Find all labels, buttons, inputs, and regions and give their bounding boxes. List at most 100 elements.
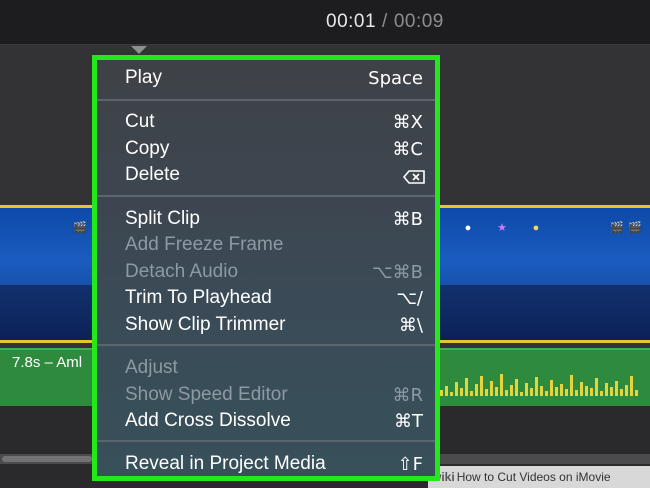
menu-item-label: Show Clip Trimmer <box>125 314 286 335</box>
waveform-bar <box>575 390 578 396</box>
waveform-bar <box>450 392 453 396</box>
menu-item-show-clip-trimmer[interactable]: Show Clip Trimmer ⌘\ <box>125 312 423 338</box>
menu-item-shortcut: ⌘C <box>392 138 423 160</box>
menu-item-label: Play <box>125 67 162 88</box>
waveform-bar <box>455 382 458 396</box>
total-time: 00:09 <box>393 11 444 32</box>
menu-item-label: Add Cross Dissolve <box>125 410 291 431</box>
menu-item-trim-to-playhead[interactable]: Trim To Playhead ⌥/ <box>125 285 423 311</box>
video-thumbnail <box>552 208 603 340</box>
menu-separator <box>97 344 435 346</box>
waveform-bar <box>535 377 538 396</box>
waveform-bar <box>465 378 468 396</box>
menu-item-shortcut: ⌘R <box>392 384 423 406</box>
video-thumbnail: 🎬 <box>45 208 93 340</box>
menu-item-shortcut: ⌘B <box>392 208 423 230</box>
dot-icon: ● <box>532 222 540 234</box>
video-thumbnail: ★ ● <box>490 208 553 340</box>
menu-item-label: Detach Audio <box>125 261 239 282</box>
playhead-marker[interactable] <box>131 46 147 54</box>
menu-item-copy[interactable]: Copy ⌘C <box>125 136 423 162</box>
time-separator: / <box>382 11 388 32</box>
waveform-bar <box>520 392 523 396</box>
waveform-bar <box>565 389 568 396</box>
menu-item-shortcut: ⌘X <box>392 111 423 133</box>
menu-separator <box>97 195 435 197</box>
waveform-bar <box>490 381 493 396</box>
menu-item-label: Add Freeze Frame <box>125 234 284 255</box>
waveform-bar <box>550 380 553 396</box>
menu-item-delete[interactable]: Delete <box>125 162 425 188</box>
clapper-icon: 🎬 <box>73 222 87 234</box>
menu-item-label: Trim To Playhead <box>125 287 272 308</box>
waveform-bar <box>510 385 513 396</box>
clapper-icon: 🎬 <box>610 222 624 234</box>
context-menu: Play Space Cut ⌘X Copy ⌘C Delete Split C… <box>92 55 440 481</box>
menu-item-shortcut: ⌘T <box>394 410 423 432</box>
waveform-bar <box>585 386 588 396</box>
waveform-bar <box>530 388 533 396</box>
waveform-bar <box>620 389 623 396</box>
waveform-bar <box>560 384 563 396</box>
clapper-icon: 🎬 <box>628 222 642 234</box>
waveform-bar <box>500 374 503 396</box>
waveform-bar <box>615 381 618 396</box>
menu-item-reveal-in-project-media[interactable]: Reveal in Project Media ⇧F <box>125 451 423 477</box>
waveform-bar <box>635 390 638 396</box>
waveform-bar <box>540 386 543 396</box>
menu-item-add-freeze-frame: Add Freeze Frame <box>125 232 423 258</box>
audio-waveform <box>440 368 650 396</box>
menu-separator <box>97 99 435 101</box>
menu-item-label: Reveal in Project Media <box>125 453 326 474</box>
menu-item-shortcut: ⌘\ <box>398 314 423 336</box>
waveform-bar <box>495 387 498 396</box>
waveform-bar <box>460 388 463 396</box>
menu-item-shortcut: ⇧F <box>397 453 423 475</box>
scrollbar-thumb[interactable] <box>2 456 92 462</box>
waveform-bar <box>480 376 483 396</box>
waveform-bar <box>440 390 443 396</box>
menu-item-label: Cut <box>125 111 155 132</box>
waveform-bar <box>545 391 548 396</box>
waveform-bar <box>605 383 608 396</box>
star-icon: ★ <box>497 222 507 234</box>
menu-item-show-speed-editor: Show Speed Editor ⌘R <box>125 382 423 408</box>
audio-clip-label: 7.8s – Aml <box>12 354 83 371</box>
waveform-bar <box>525 383 528 396</box>
menu-item-label: Delete <box>125 164 180 185</box>
waveform-bar <box>595 378 598 396</box>
menu-item-cut[interactable]: Cut ⌘X <box>125 109 423 135</box>
waveform-bar <box>600 391 603 396</box>
video-thumbnail: 🎬 🎬 <box>602 208 650 340</box>
waveform-bar <box>590 388 593 396</box>
waveform-bar <box>555 387 558 396</box>
waveform-bar <box>610 387 613 396</box>
menu-item-detach-audio: Detach Audio ⌥⌘B <box>125 259 423 285</box>
menu-separator <box>97 440 435 442</box>
menu-item-add-cross-dissolve[interactable]: Add Cross Dissolve ⌘T <box>125 408 423 434</box>
waveform-bar <box>625 385 628 396</box>
delete-key-icon <box>402 168 425 184</box>
current-time: 00:01 <box>326 11 377 32</box>
dot-icon: ● <box>464 222 472 234</box>
watermark-text: How to Cut Videos on iMovie <box>456 470 611 484</box>
menu-item-split-clip[interactable]: Split Clip ⌘B <box>125 206 423 232</box>
waveform-bar <box>515 379 518 396</box>
waveform-bar <box>485 389 488 396</box>
waveform-bar <box>505 390 508 396</box>
viewer-toolbar: 00:01/00:09 <box>0 0 650 45</box>
menu-item-play[interactable]: Play Space <box>125 65 423 91</box>
watermark: wiki How to Cut Videos on iMovie <box>428 466 650 488</box>
menu-item-shortcut: ⌥⌘B <box>371 261 423 283</box>
menu-item-adjust: Adjust <box>125 355 423 381</box>
menu-item-shortcut: Space <box>368 67 423 89</box>
video-thumbnail <box>0 208 46 340</box>
menu-item-label: Show Speed Editor <box>125 384 288 405</box>
waveform-bar <box>630 376 633 396</box>
waveform-bar <box>475 384 478 396</box>
timecode-display: 00:01/00:09 <box>326 11 444 33</box>
video-thumbnail: ● <box>440 208 491 340</box>
menu-item-shortcut: ⌥/ <box>396 287 423 309</box>
waveform-bar <box>570 375 573 396</box>
menu-item-label: Split Clip <box>125 208 200 229</box>
